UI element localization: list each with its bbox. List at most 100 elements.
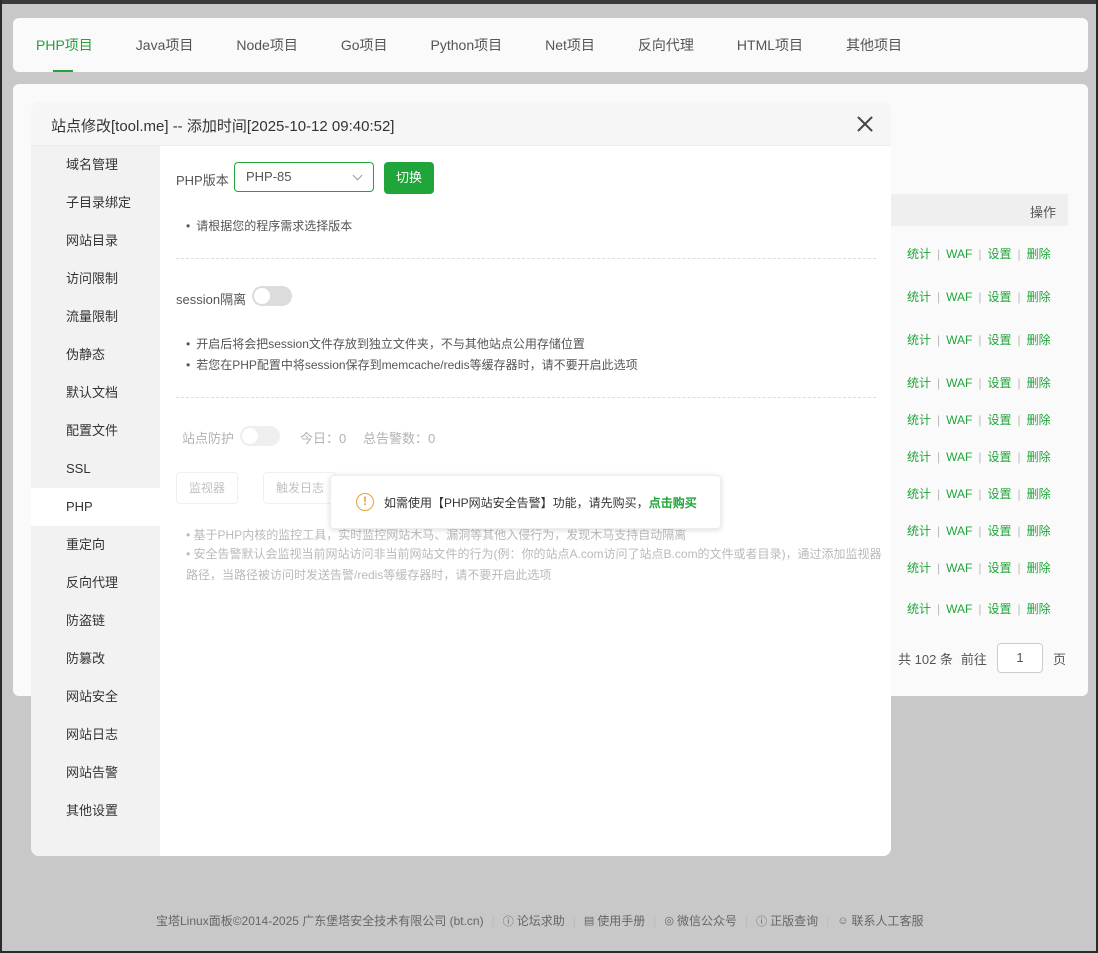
tab-reverse-proxy[interactable]: 反向代理 bbox=[638, 18, 694, 72]
trigger-log-button[interactable]: 触发日志 bbox=[263, 472, 337, 504]
waf-link[interactable]: WAF bbox=[946, 376, 972, 390]
tab-other[interactable]: 其他项目 bbox=[846, 18, 902, 72]
settings-link[interactable]: 设置 bbox=[987, 487, 1011, 501]
stats-link[interactable]: 统计 bbox=[907, 561, 931, 575]
tab-go[interactable]: Go项目 bbox=[341, 18, 388, 72]
tab-java[interactable]: Java项目 bbox=[136, 18, 194, 72]
footer-link-manual[interactable]: 使用手册 bbox=[597, 912, 645, 929]
op-separator: | bbox=[937, 450, 941, 464]
tab-html[interactable]: HTML项目 bbox=[737, 18, 803, 72]
delete-link[interactable]: 删除 bbox=[1027, 487, 1051, 501]
footer-link-verify[interactable]: 正版查询 bbox=[770, 912, 818, 929]
op-separator: | bbox=[1017, 333, 1021, 347]
delete-link[interactable]: 删除 bbox=[1027, 450, 1051, 464]
settings-link[interactable]: 设置 bbox=[987, 247, 1011, 261]
waf-link[interactable]: WAF bbox=[946, 413, 972, 427]
buy-link[interactable]: 点击购买 bbox=[649, 494, 697, 511]
feature-tip-2: • 安全告警默认会监视当前网站访问非当前网站文件的行为(例：你的站点A.com访… bbox=[186, 547, 882, 582]
stats-link[interactable]: 统计 bbox=[907, 487, 931, 501]
settings-link[interactable]: 设置 bbox=[987, 413, 1011, 427]
table-row-ops: 统计 | WAF | 设置 | 删除 bbox=[907, 522, 1051, 539]
waf-link[interactable]: WAF bbox=[946, 602, 972, 616]
session-tip-2: 若您在PHP配置中将session保存到memcache/redis等缓存器时，… bbox=[186, 356, 637, 373]
op-separator: | bbox=[937, 290, 941, 304]
waf-link[interactable]: WAF bbox=[946, 561, 972, 575]
sidebar-item-other-settings[interactable]: 其他设置 bbox=[31, 792, 160, 830]
stats-link[interactable]: 统计 bbox=[907, 524, 931, 538]
sidebar-item-php[interactable]: PHP bbox=[31, 488, 160, 526]
op-separator: | bbox=[978, 487, 982, 501]
sidebar-item-site-dir[interactable]: 网站目录 bbox=[31, 222, 160, 260]
sidebar-item-site-log[interactable]: 网站日志 bbox=[31, 716, 160, 754]
sidebar-item-site-alert[interactable]: 网站告警 bbox=[31, 754, 160, 792]
pagination: 共 102 条 前往 1 页 bbox=[898, 643, 1066, 673]
close-icon[interactable] bbox=[855, 114, 875, 134]
sidebar-item-ssl[interactable]: SSL bbox=[31, 450, 160, 488]
delete-link[interactable]: 删除 bbox=[1027, 524, 1051, 538]
monitor-button[interactable]: 监视器 bbox=[176, 472, 238, 504]
op-separator: | bbox=[978, 376, 982, 390]
settings-link[interactable]: 设置 bbox=[987, 561, 1011, 575]
sidebar-item-hotlink[interactable]: 防盗链 bbox=[31, 602, 160, 640]
settings-link[interactable]: 设置 bbox=[987, 333, 1011, 347]
tab-node[interactable]: Node项目 bbox=[236, 18, 297, 72]
stats-link[interactable]: 统计 bbox=[907, 333, 931, 347]
session-toggle[interactable] bbox=[252, 286, 292, 306]
sidebar-item-redirect[interactable]: 重定向 bbox=[31, 526, 160, 564]
settings-link[interactable]: 设置 bbox=[987, 290, 1011, 304]
php-version-select[interactable]: PHP-85 bbox=[234, 162, 374, 192]
settings-link[interactable]: 设置 bbox=[987, 524, 1011, 538]
delete-link[interactable]: 删除 bbox=[1027, 290, 1051, 304]
delete-link[interactable]: 删除 bbox=[1027, 413, 1051, 427]
sidebar-item-subdir-bind[interactable]: 子目录绑定 bbox=[31, 184, 160, 222]
popup-text: 如需使用【PHP网站安全告警】功能，请先购买， bbox=[384, 495, 649, 510]
switch-button[interactable]: 切换 bbox=[384, 162, 434, 194]
delete-link[interactable]: 删除 bbox=[1027, 602, 1051, 616]
op-separator: | bbox=[937, 487, 941, 501]
table-row-ops: 统计 | WAF | 设置 | 删除 bbox=[907, 331, 1051, 348]
waf-link[interactable]: WAF bbox=[946, 487, 972, 501]
sidebar-item-domain[interactable]: 域名管理 bbox=[31, 146, 160, 184]
stats-link[interactable]: 统计 bbox=[907, 290, 931, 304]
footer-link-forum[interactable]: 论坛求助 bbox=[517, 912, 565, 929]
footer-link-support[interactable]: 联系人工客服 bbox=[852, 912, 924, 929]
settings-link[interactable]: 设置 bbox=[987, 450, 1011, 464]
delete-link[interactable]: 删除 bbox=[1027, 376, 1051, 390]
waf-link[interactable]: WAF bbox=[946, 290, 972, 304]
sidebar-item-config-file[interactable]: 配置文件 bbox=[31, 412, 160, 450]
sidebar-item-rewrite[interactable]: 伪静态 bbox=[31, 336, 160, 374]
stats-link[interactable]: 统计 bbox=[907, 602, 931, 616]
stats-link[interactable]: 统计 bbox=[907, 450, 931, 464]
table-row-ops: 统计 | WAF | 设置 | 删除 bbox=[907, 411, 1051, 428]
tab-net[interactable]: Net项目 bbox=[545, 18, 595, 72]
sidebar-item-tamper-proof[interactable]: 防篡改 bbox=[31, 640, 160, 678]
sidebar-item-access-limit[interactable]: 访问限制 bbox=[31, 260, 160, 298]
footer-link-wechat[interactable]: 微信公众号 bbox=[677, 912, 737, 929]
delete-link[interactable]: 删除 bbox=[1027, 333, 1051, 347]
waf-link[interactable]: WAF bbox=[946, 450, 972, 464]
waf-link[interactable]: WAF bbox=[946, 333, 972, 347]
settings-link[interactable]: 设置 bbox=[987, 602, 1011, 616]
window-left-edge bbox=[0, 0, 2, 953]
sidebar-item-traffic-limit[interactable]: 流量限制 bbox=[31, 298, 160, 336]
pagination-page-suffix: 页 bbox=[1052, 651, 1066, 667]
op-separator: | bbox=[937, 376, 941, 390]
sidebar-item-reverse-proxy[interactable]: 反向代理 bbox=[31, 564, 160, 602]
op-separator: | bbox=[937, 561, 941, 575]
stats-link[interactable]: 统计 bbox=[907, 413, 931, 427]
waf-link[interactable]: WAF bbox=[946, 247, 972, 261]
protect-toggle[interactable] bbox=[240, 426, 280, 446]
waf-link[interactable]: WAF bbox=[946, 524, 972, 538]
delete-link[interactable]: 删除 bbox=[1027, 561, 1051, 575]
pagination-page-input[interactable]: 1 bbox=[996, 643, 1043, 673]
delete-link[interactable]: 删除 bbox=[1027, 247, 1051, 261]
stats-link[interactable]: 统计 bbox=[907, 247, 931, 261]
sidebar-item-site-security[interactable]: 网站安全 bbox=[31, 678, 160, 716]
sidebar-item-default-doc[interactable]: 默认文档 bbox=[31, 374, 160, 412]
tab-php[interactable]: PHP项目 bbox=[36, 18, 93, 72]
protect-label: 站点防护 bbox=[182, 431, 235, 446]
tab-python[interactable]: Python项目 bbox=[431, 18, 503, 72]
settings-link[interactable]: 设置 bbox=[987, 376, 1011, 390]
total-alert-count: 总告警数：0 bbox=[363, 431, 436, 446]
stats-link[interactable]: 统计 bbox=[907, 376, 931, 390]
